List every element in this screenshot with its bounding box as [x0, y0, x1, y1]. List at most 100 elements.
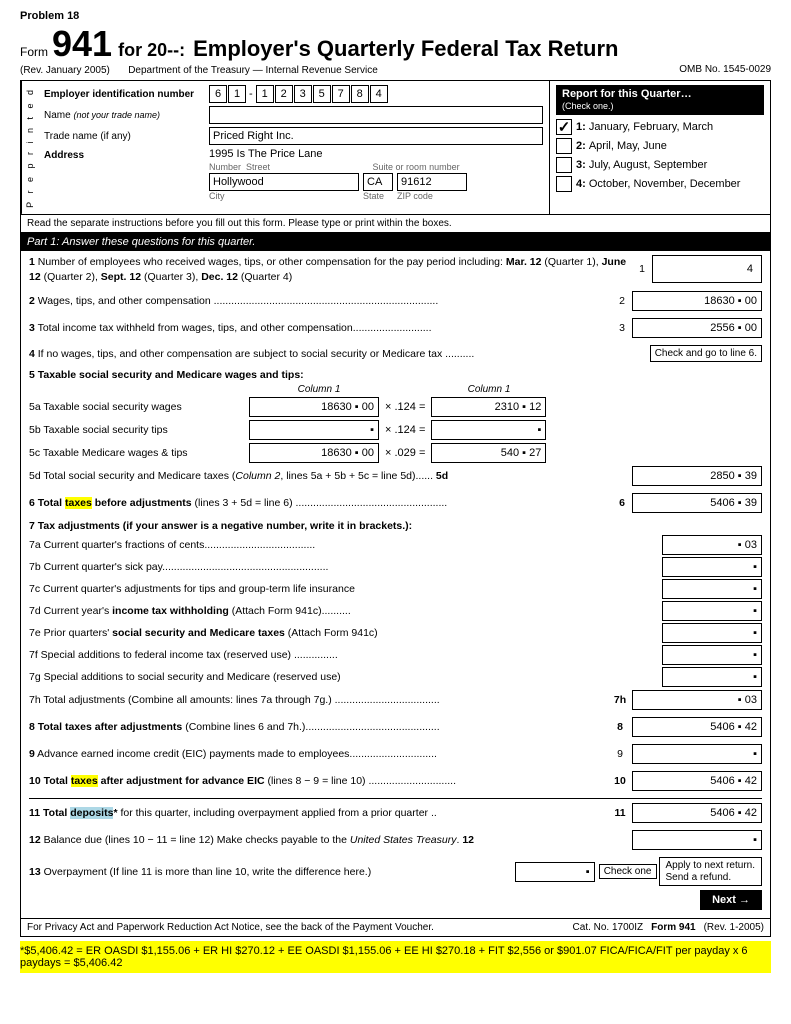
line7b-value[interactable]: ▪: [662, 557, 762, 577]
name-label: Name (not your trade name): [44, 110, 209, 121]
quarter-option-3[interactable]: 3: July, August, September: [556, 157, 764, 173]
line5b-col1[interactable]: ▪: [249, 420, 379, 440]
line7h-text: 7h Total adjustments (Combine all amount…: [29, 694, 608, 706]
line10-text: 10 Total taxes after adjustment for adva…: [29, 775, 608, 787]
trade-input[interactable]: [209, 127, 543, 145]
line9-value[interactable]: ▪: [632, 744, 762, 764]
ein-box-4[interactable]: 2: [275, 85, 293, 103]
quarter-option-1[interactable]: ✓ 1: January, February, March: [556, 119, 764, 135]
col1-header: Column 1: [249, 384, 389, 395]
line1-num: 1: [632, 263, 652, 275]
line7d-value[interactable]: ▪: [662, 601, 762, 621]
line9-text: 9 Advance earned income credit (EIC) pay…: [29, 748, 608, 760]
line5b-label: 5b Taxable social security tips: [29, 424, 249, 436]
line11-value[interactable]: 5406 ▪ 42: [632, 803, 762, 823]
line4-text: 4 If no wages, tips, and other compensat…: [29, 348, 646, 360]
privacy-text: For Privacy Act and Paperwork Reduction …: [27, 922, 434, 933]
bottom-note: *$5,406.42 = ER OASDI $1,155.06 + ER HI …: [20, 941, 771, 973]
line5b-op: × .124 =: [385, 424, 425, 436]
line12-value[interactable]: ▪: [632, 830, 762, 850]
line8-num: 8: [608, 721, 632, 733]
preprinted-label: P r e p r i n t e d: [21, 81, 38, 214]
line7-header: 7 Tax adjustments (if your answer is a n…: [29, 520, 762, 532]
address-line1: 1995 Is The Price Lane: [209, 148, 543, 160]
ein-box-1[interactable]: 6: [209, 85, 227, 103]
line7c-value[interactable]: ▪: [662, 579, 762, 599]
city-input[interactable]: [209, 173, 359, 191]
line7c-label: 7c Current quarter's adjustments for tip…: [29, 583, 662, 595]
line5a-op: × .124 =: [385, 401, 425, 413]
line7g-value[interactable]: ▪: [662, 667, 762, 687]
rev-label: (Rev. January 2005): [20, 65, 110, 76]
line3-text: 3 Total income tax withheld from wages, …: [29, 322, 612, 334]
ein-row: Employer identification number 6 1 - 1 2…: [44, 85, 543, 103]
line2-text: 2 Wages, tips, and other compensation ..…: [29, 295, 612, 307]
rev-footer-label: (Rev. 1-2005): [704, 922, 764, 933]
line7e-label: 7e Prior quarters' social security and M…: [29, 627, 662, 639]
send-refund-option[interactable]: Send a refund.: [666, 872, 756, 883]
col2-header: Column 1: [429, 384, 549, 395]
problem-label: Problem 18: [20, 10, 771, 22]
line7f-value[interactable]: ▪: [662, 645, 762, 665]
line5d-text: 5d Total social security and Medicare ta…: [29, 470, 632, 482]
line5b-col2[interactable]: ▪: [431, 420, 546, 440]
apply-next-option[interactable]: Apply to next return.: [666, 860, 756, 871]
dept-label: Department of the Treasury — Internal Re…: [128, 65, 378, 76]
name-input[interactable]: [209, 106, 543, 124]
next-button[interactable]: Next →: [700, 890, 762, 910]
line5a-col1[interactable]: 18630 ▪ 00: [249, 397, 379, 417]
instructions-row: Read the separate instructions before yo…: [21, 215, 770, 233]
line7e-value[interactable]: ▪: [662, 623, 762, 643]
line9-num: 9: [608, 748, 632, 760]
form-number: 941: [52, 26, 112, 62]
cat-label: Cat. No. 1700IZ: [573, 922, 644, 933]
quarter-title: Report for this Quarter… (Check one.): [556, 85, 764, 115]
ein-box-8[interactable]: 8: [351, 85, 369, 103]
ein-box-5[interactable]: 3: [294, 85, 312, 103]
line7b-label: 7b Current quarter's sick pay...........…: [29, 561, 662, 573]
line2-value[interactable]: 18630 ▪ 00: [632, 291, 762, 311]
address-label: Address: [44, 148, 209, 161]
line7f-label: 7f Special additions to federal income t…: [29, 649, 662, 661]
line6-num: 6: [612, 497, 632, 509]
state-input[interactable]: [363, 173, 393, 191]
line7a-value[interactable]: ▪ 03: [662, 535, 762, 555]
line5c-label: 5c Taxable Medicare wages & tips: [29, 447, 249, 459]
ein-box-3[interactable]: 1: [256, 85, 274, 103]
line11-num: 11: [608, 807, 632, 819]
form-title: Employer's Quarterly Federal Tax Return: [193, 36, 618, 62]
line5c-op: × .029 =: [385, 447, 425, 459]
omb-label: OMB No. 1545-0029: [679, 64, 771, 76]
quarter-option-2[interactable]: 2: April, May, June: [556, 138, 764, 154]
line1-value[interactable]: 4: [652, 255, 762, 283]
line5c-col1[interactable]: 18630 ▪ 00: [249, 443, 379, 463]
line5-header: 5 Taxable social security and Medicare w…: [29, 369, 762, 381]
line5c-col2[interactable]: 540 ▪ 27: [431, 443, 546, 463]
line1-text: 1 Number of employees who received wages…: [29, 255, 628, 284]
for-text: for 20--:: [118, 40, 185, 61]
line6-value[interactable]: 5406 ▪ 39: [632, 493, 762, 513]
line7h-value[interactable]: ▪ 03: [632, 690, 762, 710]
part1-header: Part 1: Answer these questions for this …: [21, 233, 770, 251]
line5d-value[interactable]: 2850 ▪ 39: [632, 466, 762, 486]
line11-text: 11 Total deposits* for this quarter, inc…: [29, 807, 608, 819]
form-label: Form: [20, 45, 48, 59]
ein-box-6[interactable]: 5: [313, 85, 331, 103]
line3-num: 3: [612, 322, 632, 334]
ein-box-7[interactable]: 7: [332, 85, 350, 103]
line7a-label: 7a Current quarter's fractions of cents.…: [29, 539, 662, 551]
line7h-num: 7h: [608, 694, 632, 706]
ein-box-9[interactable]: 4: [370, 85, 388, 103]
line2-num: 2: [612, 295, 632, 307]
quarter-option-4[interactable]: 4: October, November, December: [556, 176, 764, 192]
line3-value[interactable]: 2556 ▪ 00: [632, 318, 762, 338]
line13-input[interactable]: ▪: [515, 862, 595, 882]
line5a-col2[interactable]: 2310 ▪ 12: [431, 397, 546, 417]
line8-value[interactable]: 5406 ▪ 42: [632, 717, 762, 737]
line10-value[interactable]: 5406 ▪ 42: [632, 771, 762, 791]
line5a-label: 5a Taxable social security wages: [29, 401, 249, 413]
form-footer-label: Form 941: [651, 922, 695, 933]
line4-check[interactable]: Check and go to line 6.: [650, 345, 762, 362]
zip-input[interactable]: [397, 173, 467, 191]
ein-box-2[interactable]: 1: [228, 85, 246, 103]
